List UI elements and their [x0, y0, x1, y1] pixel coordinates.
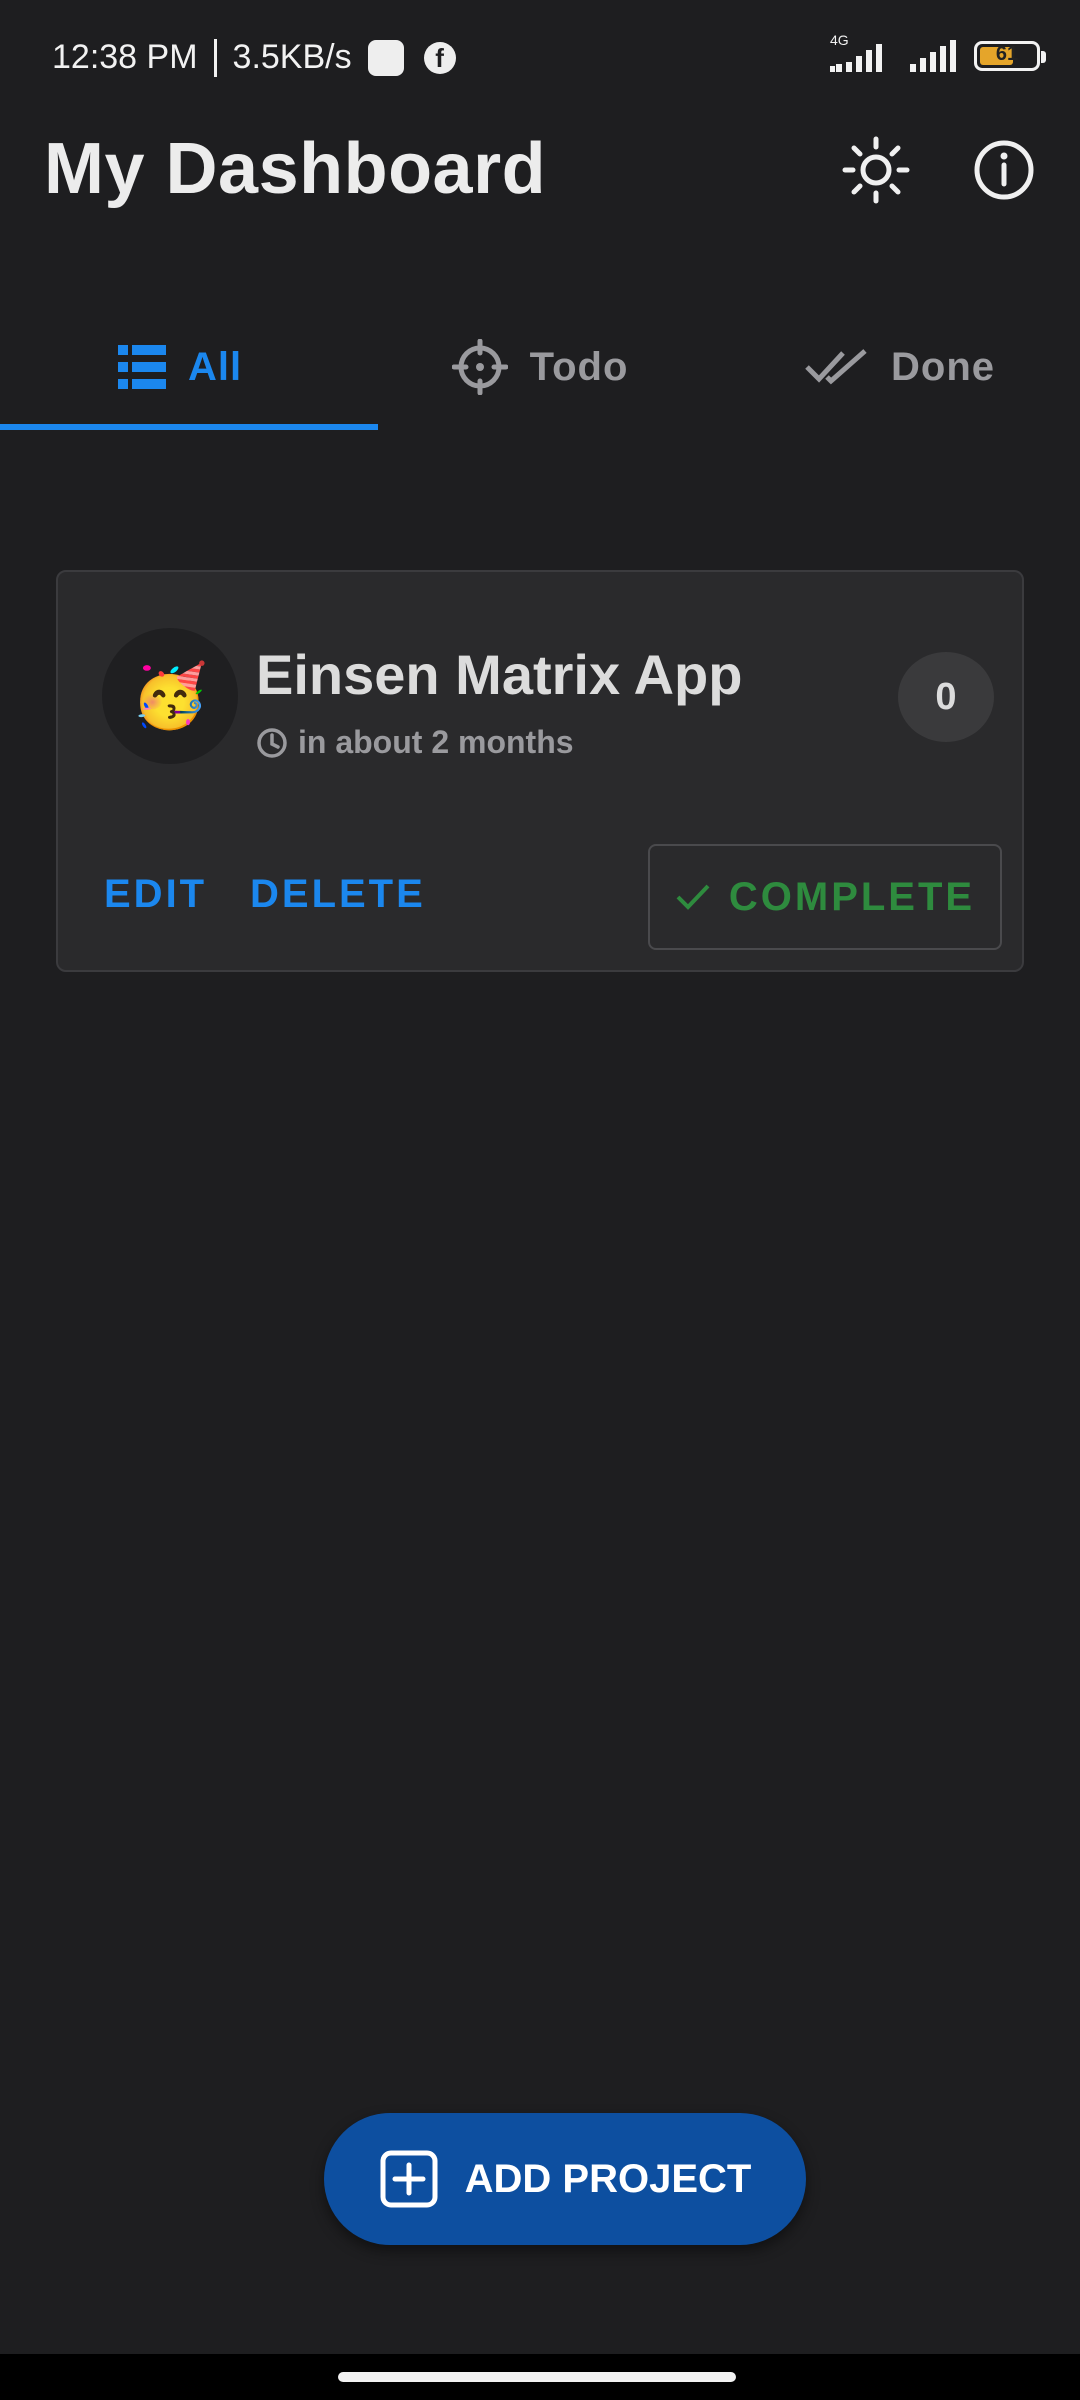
task-count-badge: 0 — [898, 652, 994, 742]
app-header: My Dashboard — [0, 120, 1080, 220]
tab-all-label: All — [187, 344, 243, 389]
info-button[interactable] — [966, 132, 1042, 208]
signal-4g-icon: 4G — [826, 32, 894, 76]
tab-done-label: Done — [891, 344, 995, 389]
facebook-icon: f — [423, 41, 456, 74]
tab-all[interactable]: All — [0, 300, 360, 434]
status-bar: 12:38 PM 3.5KB/s f 4G 61 — [0, 0, 1080, 120]
sun-icon — [842, 136, 910, 204]
double-check-icon — [805, 349, 867, 385]
project-name: Einsen Matrix App — [256, 643, 743, 706]
crosshair-icon — [451, 339, 508, 395]
tab-done[interactable]: Done — [720, 300, 1080, 434]
complete-button[interactable]: COMPLETE — [648, 844, 1002, 950]
edit-button[interactable]: EDIT — [104, 872, 207, 917]
home-indicator[interactable] — [338, 2372, 736, 2382]
status-time: 12:38 PM — [52, 38, 198, 76]
clock-icon — [257, 727, 287, 758]
tab-bar: All Todo Done — [0, 300, 1080, 434]
status-left: 12:38 PM 3.5KB/s f — [52, 38, 456, 77]
signal-icon — [908, 36, 960, 76]
add-project-button[interactable]: ADD PROJECT — [324, 2113, 806, 2245]
project-avatar: 🥳 — [102, 628, 238, 764]
gesture-nav-bar — [0, 2354, 1080, 2400]
project-due: in about 2 months — [256, 724, 574, 761]
tab-todo-label: Todo — [529, 344, 629, 389]
active-tab-indicator — [0, 424, 378, 430]
battery-nub — [1041, 51, 1046, 63]
page-title: My Dashboard — [44, 129, 547, 209]
battery-icon: 61 — [974, 41, 1046, 71]
list-icon — [117, 345, 166, 389]
network-type: 4G — [830, 32, 849, 48]
delete-button[interactable]: DELETE — [250, 872, 426, 917]
theme-toggle-button[interactable] — [838, 132, 914, 208]
plus-square-icon — [380, 2150, 438, 2208]
add-project-label: ADD PROJECT — [464, 2156, 752, 2201]
status-speed: 3.5KB/s — [232, 38, 352, 76]
status-right: 4G 61 — [826, 32, 1046, 76]
check-icon — [676, 884, 710, 910]
dashboard-screen: 12:38 PM 3.5KB/s f 4G 61 My Dashboard Al… — [0, 0, 1080, 2400]
project-card[interactable]: 🥳 Einsen Matrix App in about 2 months 0 … — [56, 570, 1024, 972]
notification-app-icon — [367, 39, 404, 76]
tab-todo[interactable]: Todo — [360, 300, 720, 434]
status-divider — [213, 38, 217, 77]
battery-level: 61 — [995, 43, 1019, 65]
complete-label: COMPLETE — [728, 874, 976, 919]
info-icon — [974, 140, 1034, 200]
project-due-text: in about 2 months — [298, 724, 574, 760]
